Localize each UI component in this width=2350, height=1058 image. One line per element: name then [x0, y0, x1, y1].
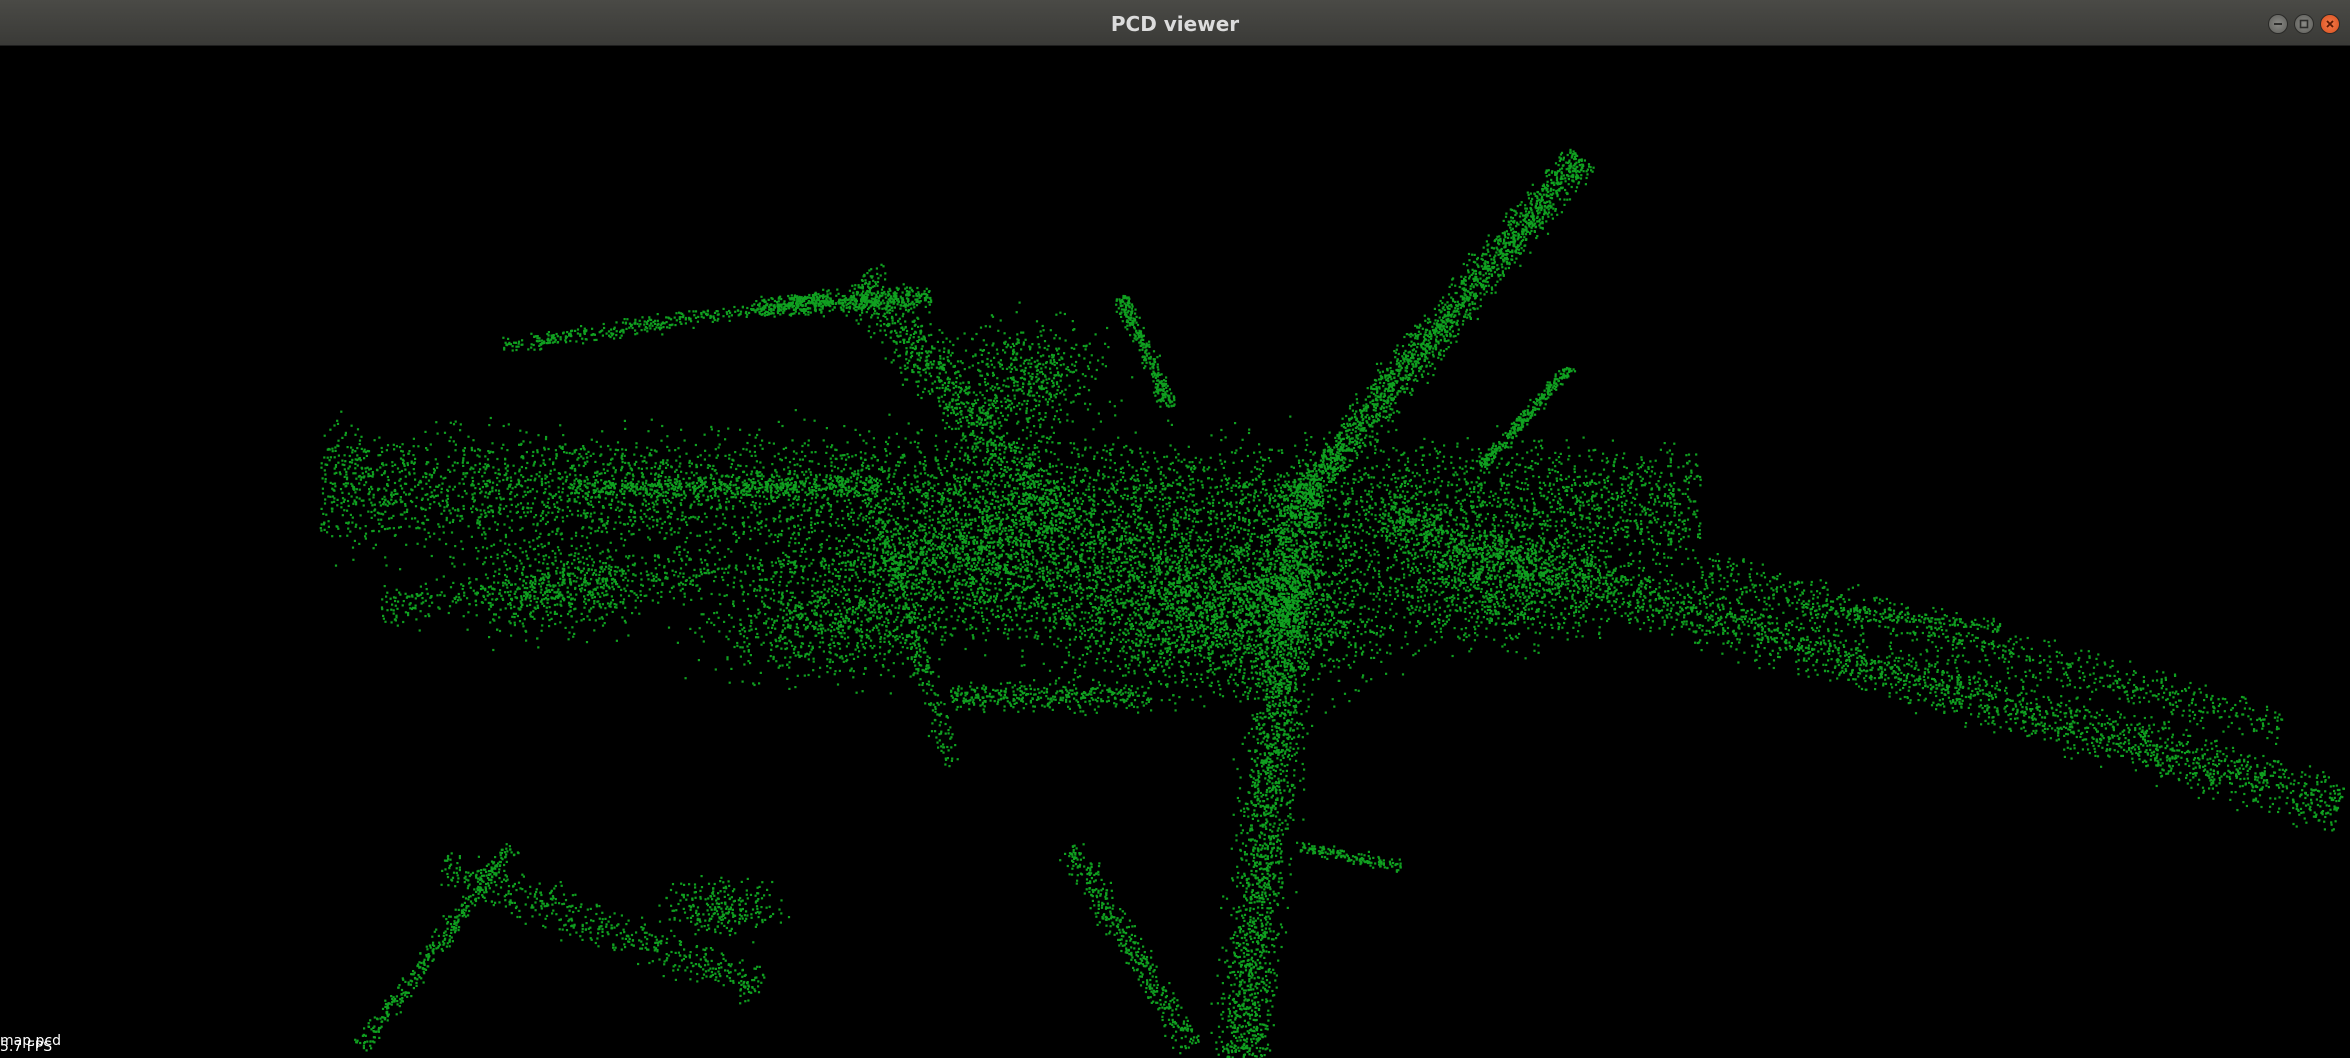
point-cloud-render[interactable]	[0, 46, 2350, 1058]
pcd-viewer-window: PCD viewer map.pcd 5.7 FPS	[0, 0, 2350, 1058]
minimize-button[interactable]	[2268, 14, 2288, 34]
point-cloud-viewport[interactable]: map.pcd 5.7 FPS	[0, 46, 2350, 1058]
close-icon	[2326, 20, 2334, 28]
point-cloud-points	[319, 148, 2345, 1058]
window-title: PCD viewer	[0, 0, 2350, 46]
maximize-button[interactable]	[2294, 14, 2314, 34]
minimize-icon	[2274, 23, 2282, 25]
window-titlebar[interactable]: PCD viewer	[0, 0, 2350, 46]
fps-overlay: 5.7 FPS	[0, 1040, 52, 1054]
close-button[interactable]	[2320, 14, 2340, 34]
maximize-icon	[2299, 19, 2309, 29]
